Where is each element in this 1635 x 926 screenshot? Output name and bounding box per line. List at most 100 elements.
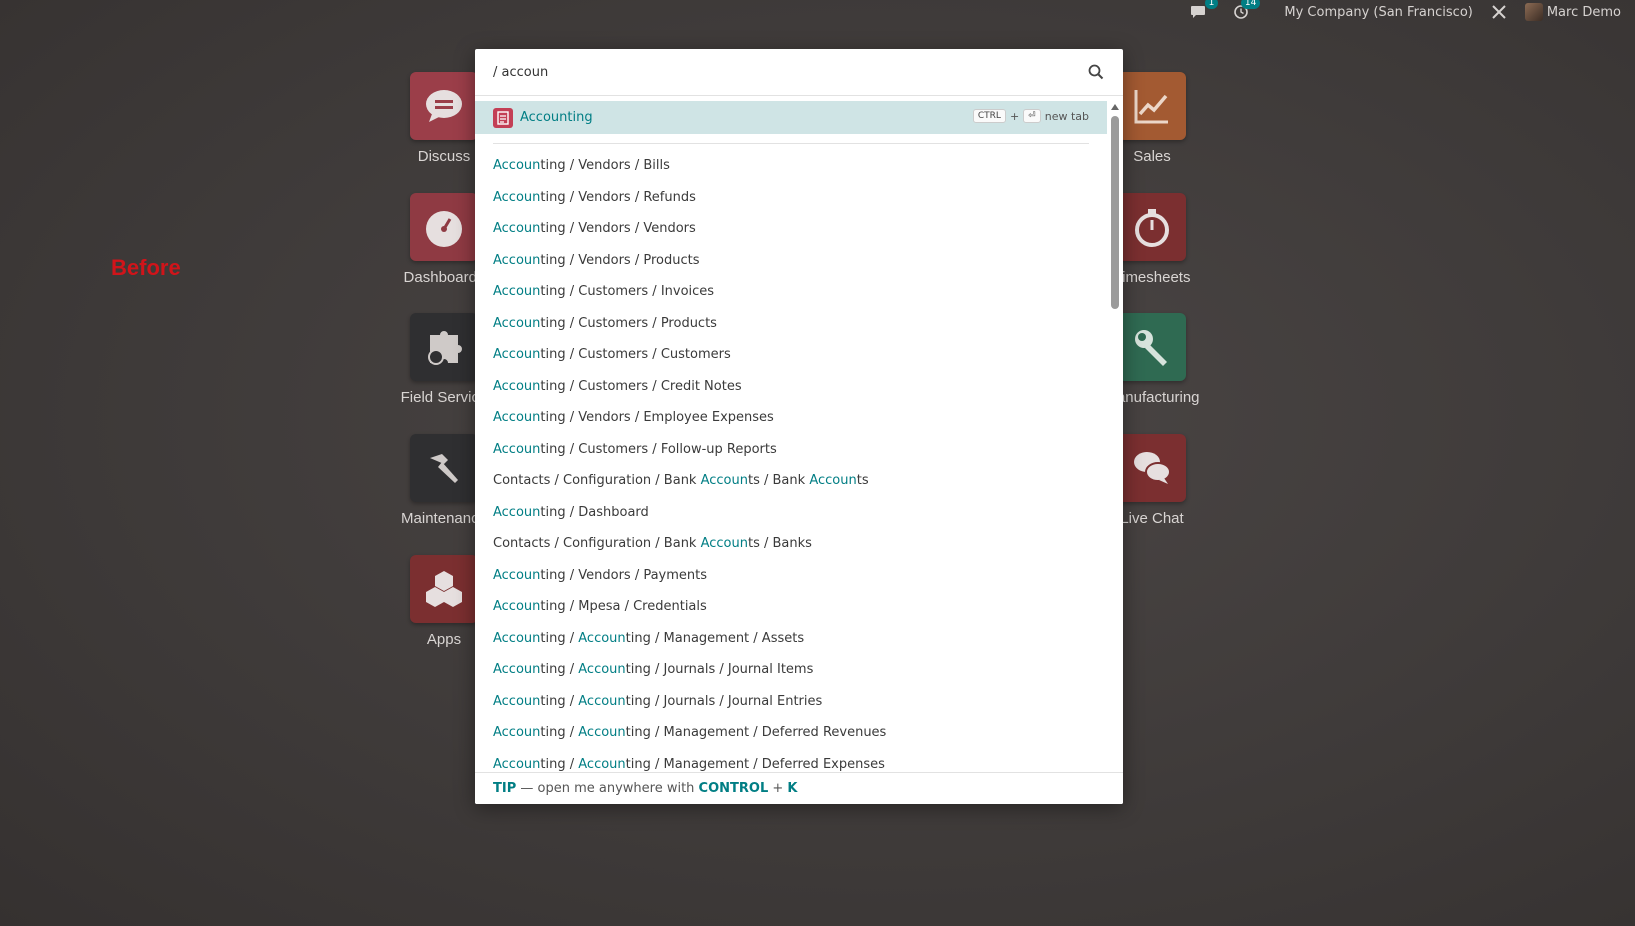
search-row (475, 49, 1123, 96)
debug-tools-icon[interactable] (1491, 4, 1507, 20)
match-highlight: Accoun (493, 756, 541, 772)
app-tile (1118, 72, 1186, 140)
result-item[interactable]: Accoun ting / Vendors / Refunds (475, 182, 1107, 214)
result-item-selected[interactable]: Accounting CTRL + ⏎ new tab (475, 101, 1107, 134)
stopwatch-icon (1135, 209, 1169, 247)
result-text: ting / Management / Deferred Expenses (625, 756, 885, 772)
match-highlight: Accoun (578, 662, 626, 678)
result-item[interactable]: Accoun ting / Customers / Credit Notes (475, 371, 1107, 403)
before-annotation: Before (111, 255, 181, 280)
match-highlight: Accoun (493, 630, 541, 646)
tip-plus: + (768, 781, 788, 796)
user-menu[interactable]: Marc Demo (1524, 3, 1621, 21)
result-item[interactable]: Accoun ting / Vendors / Payments (475, 560, 1107, 592)
new-tab-shortcut: CTRL + ⏎ new tab (972, 109, 1089, 123)
wrench-icon (1135, 330, 1167, 366)
result-item[interactable]: Accoun ting / Accoun ting / Management / D… (475, 717, 1107, 749)
new-tab-label: new tab (1044, 109, 1089, 123)
match-highlight: Accoun (493, 252, 541, 268)
tip-text: — open me anywhere with (516, 781, 699, 796)
results-scrollbar[interactable] (1111, 101, 1119, 804)
result-item[interactable]: Accoun ting / Vendors / Bills (475, 150, 1107, 182)
app-tile (1118, 434, 1186, 502)
palette-footer-tip: TIP — open me anywhere with CONTROL + K (475, 772, 1123, 804)
cubes-icon (426, 571, 462, 607)
result-item[interactable]: Accoun ting / Mpesa / Credentials (475, 591, 1107, 623)
match-highlight: Accoun (493, 567, 541, 583)
tip-label: TIP (493, 781, 517, 796)
command-search-input[interactable] (493, 64, 1087, 80)
result-text: ting / Dashboard (540, 504, 649, 520)
accounting-app-icon (493, 107, 513, 128)
company-switcher[interactable]: My Company (San Francisco) (1284, 5, 1472, 20)
match-highlight: Accoun (493, 410, 541, 426)
top-navbar: 1 14 My Company (San Francisco) Marc Dem… (1190, 0, 1635, 24)
result-text: Contacts / Configuration / Bank (493, 536, 701, 552)
result-text: ts / Bank (748, 473, 810, 489)
match-highlight: Accoun (493, 441, 541, 457)
match-highlight: Accoun (493, 504, 541, 520)
result-item[interactable]: Accoun ting / Dashboard (475, 497, 1107, 529)
result-text: ting / Vendors / Refunds (540, 189, 696, 205)
result-item[interactable]: Contacts / Configuration / Bank Accoun ts… (475, 465, 1107, 497)
result-text: ting / (540, 693, 579, 709)
result-text: ting / (540, 725, 579, 741)
app-tile (410, 313, 478, 381)
messages-badge: 1 (1204, 0, 1219, 9)
app-tile (1118, 313, 1186, 381)
result-text: ting / Mpesa / Credentials (540, 599, 707, 615)
result-item[interactable]: Accoun ting / Accoun ting / Management / A… (475, 623, 1107, 655)
match-highlight: Accoun (493, 662, 541, 678)
match-highlight: Accoun (700, 536, 748, 552)
tip-key-k: K (787, 781, 798, 796)
avatar (1524, 3, 1543, 21)
speedometer-icon (426, 211, 462, 247)
activities-badge: 14 (1240, 0, 1261, 9)
result-text: ting / (540, 630, 579, 646)
match-highlight: Accoun (700, 473, 748, 489)
result-text: ting / Customers / Follow-up Reports (540, 441, 777, 457)
match-highlight: Accoun (493, 315, 541, 331)
match-highlight: Accoun (493, 158, 541, 174)
match-highlight: Accoun (578, 756, 626, 772)
scroll-up-arrow-icon[interactable] (1111, 104, 1119, 110)
scrollbar-thumb[interactable] (1111, 116, 1119, 309)
hammer-icon (430, 454, 458, 483)
result-item[interactable]: Accoun ting / Customers / Customers (475, 339, 1107, 371)
app-tile (410, 555, 478, 623)
result-item[interactable]: Accoun ting / Vendors / Vendors (475, 213, 1107, 245)
result-item[interactable]: Contacts / Configuration / Bank Accoun ts… (475, 528, 1107, 560)
result-text: ting / Journals / Journal Items (625, 662, 814, 678)
result-text: ting / Journals / Journal Entries (625, 693, 823, 709)
result-text: ts (856, 473, 869, 489)
result-text: ting / Customers / Invoices (540, 284, 715, 300)
result-item[interactable]: Accoun ting / Vendors / Employee Expenses (475, 402, 1107, 434)
result-item[interactable]: Accoun ting / Customers / Products (475, 308, 1107, 340)
result-item[interactable]: Accoun ting / Vendors / Products (475, 245, 1107, 277)
result-text: ting / Vendors / Vendors (540, 221, 696, 237)
result-item[interactable]: Accoun ting / Customers / Follow-up Repor… (475, 434, 1107, 466)
messages-menu[interactable]: 1 (1190, 0, 1219, 19)
result-item[interactable]: Accoun ting / Accoun ting / Journals / Jou… (475, 686, 1107, 718)
match-highlight: Accoun (493, 189, 541, 205)
match-highlight: Accoun (493, 221, 541, 237)
activities-menu[interactable]: 14 (1234, 0, 1261, 19)
result-text: ting / Vendors / Payments (540, 567, 708, 583)
chat-icon (426, 90, 462, 122)
result-text: ting / Customers / Customers (540, 347, 731, 363)
user-name: Marc Demo (1546, 4, 1621, 20)
result-text: ting / Vendors / Products (540, 252, 700, 268)
results-list: Accounting CTRL + ⏎ new tab Accoun ting /… (475, 101, 1107, 804)
search-icon[interactable] (1087, 63, 1105, 81)
tip-key-control: CONTROL (698, 781, 769, 796)
result-text: ting / Customers / Products (540, 315, 717, 331)
app-tile (1118, 193, 1186, 261)
result-text: ting / Vendors / Employee Expenses (540, 410, 774, 426)
match-highlight: Accoun (493, 725, 541, 741)
result-item[interactable]: Accoun ting / Accoun ting / Journals / Jou… (475, 654, 1107, 686)
result-text: ting / Vendors / Bills (540, 158, 670, 174)
command-palette: Accounting CTRL + ⏎ new tab Accounting /… (475, 49, 1123, 804)
result-text: ting / Customers / Credit Notes (540, 378, 742, 394)
chat-bubbles-icon (1134, 452, 1171, 484)
result-item[interactable]: Accoun ting / Customers / Invoices (475, 276, 1107, 308)
